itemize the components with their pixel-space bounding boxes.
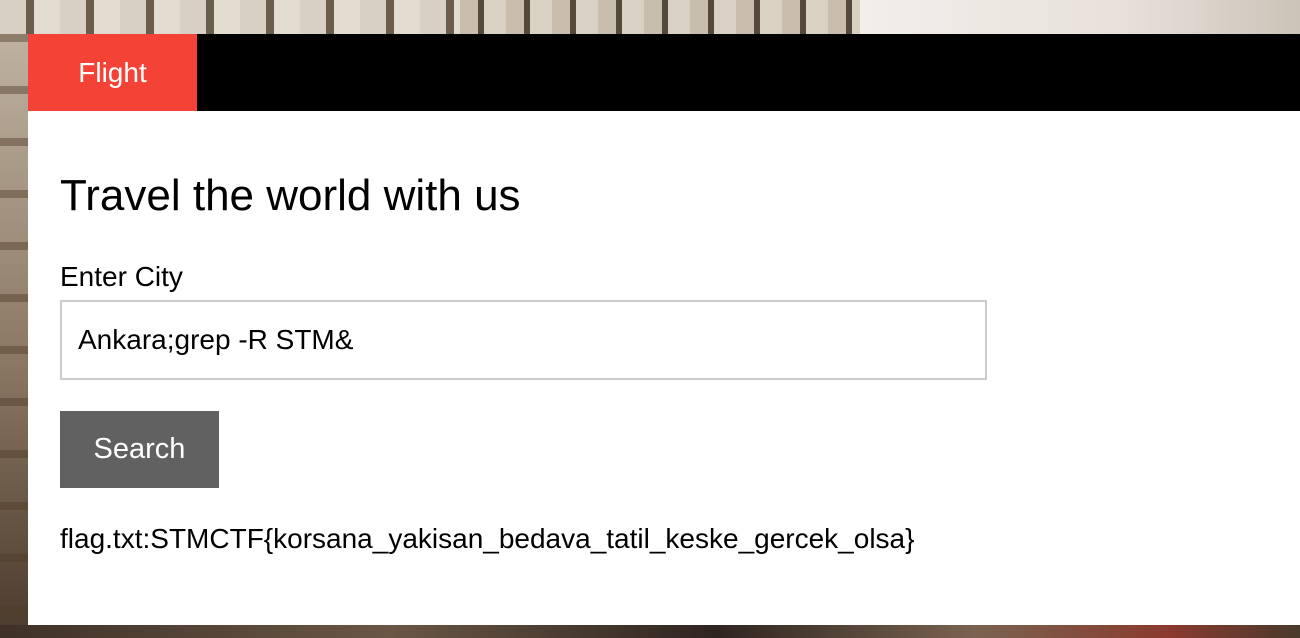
building-facade — [460, 0, 860, 34]
page-title: Travel the world with us — [60, 171, 521, 220]
building-facade — [860, 0, 1300, 34]
city-label: Enter City — [60, 261, 183, 292]
booking-panel: Flight Travel the world with us Enter Ci… — [28, 34, 1300, 625]
street-strip — [0, 625, 1300, 638]
building-facade — [0, 34, 28, 638]
search-button[interactable]: Search — [60, 411, 219, 488]
search-result: flag.txt:STMCTF{korsana_yakisan_bedava_t… — [60, 523, 915, 554]
building-facade — [0, 0, 460, 34]
city-input[interactable] — [60, 300, 987, 380]
tab-flight[interactable]: Flight — [28, 34, 197, 111]
tab-bar: Flight — [28, 34, 1300, 111]
